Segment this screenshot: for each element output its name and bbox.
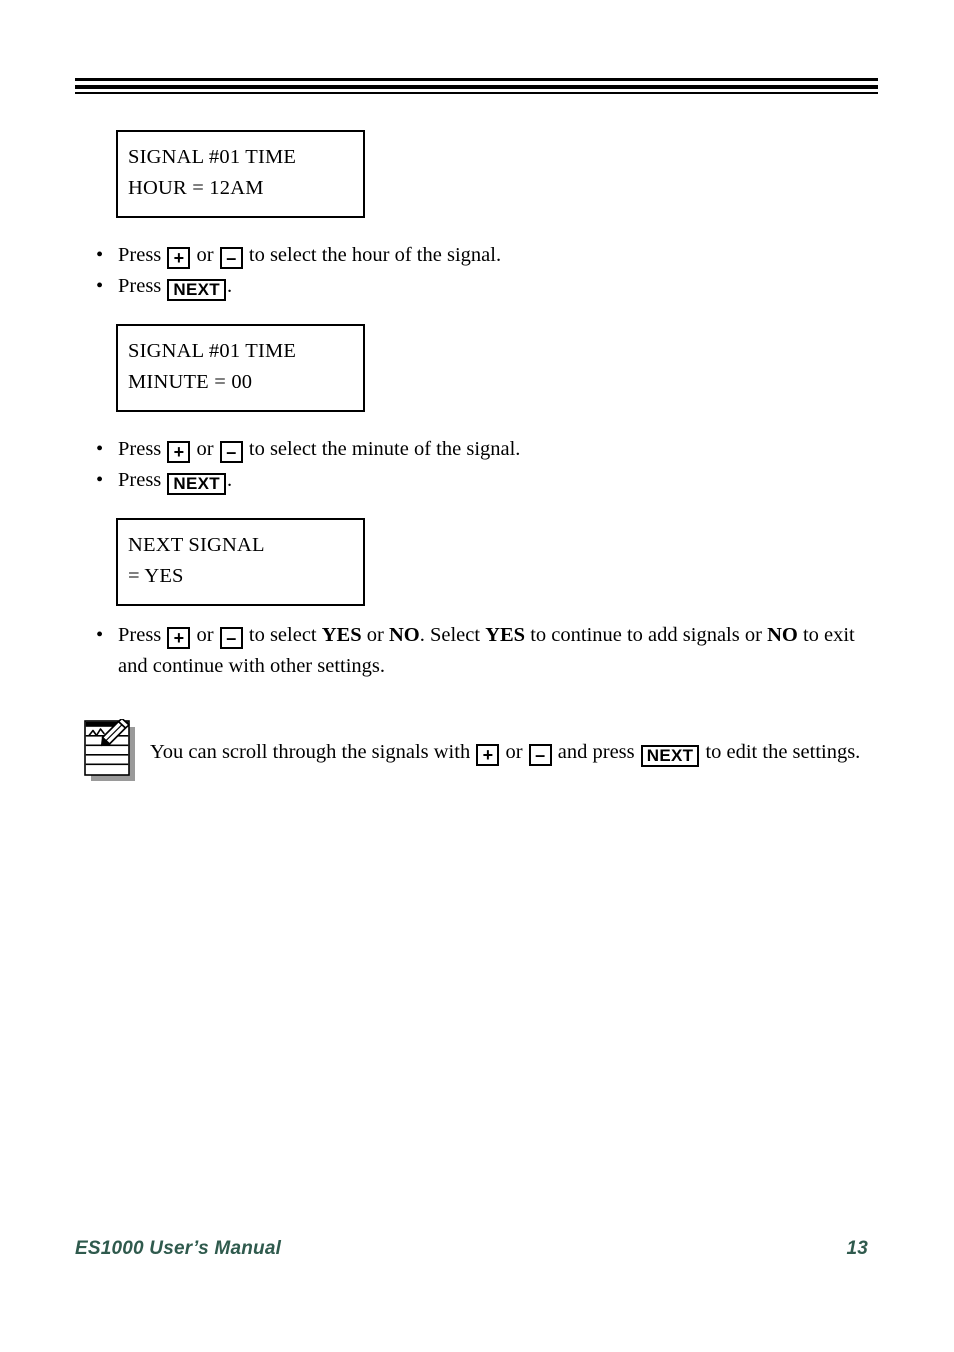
or-label: or <box>505 741 523 763</box>
yesno-text-seg-3: to continue to add signals or <box>530 624 762 646</box>
next-key-button[interactable]: NEXT <box>167 279 226 301</box>
yesno-instruction-list: • Press + or – to select YES or NO. Selec… <box>75 620 878 682</box>
bullet-dot-icon: • <box>96 469 104 491</box>
note-block: You can scroll through the signals with … <box>75 717 878 791</box>
bullet-dot-icon: • <box>96 275 104 297</box>
bullet-tail-text: to select the hour of the signal. <box>248 244 502 266</box>
or-label: or <box>196 438 214 460</box>
display-line-1: NEXT SIGNAL <box>128 534 265 556</box>
bullet-dot-icon: • <box>96 244 104 266</box>
bullet-dot-icon: • <box>96 438 104 460</box>
note-text-seg-3: to edit the settings. <box>705 741 861 763</box>
yes-emphasis-1: YES <box>321 624 362 646</box>
yesno-text-seg-2: . Select <box>419 624 481 646</box>
display-line-1: SIGNAL #01 TIME <box>128 340 297 362</box>
signal-hour-display: SIGNAL #01 TIME HOUR = 12AM <box>116 130 365 218</box>
minus-key-button[interactable]: – <box>219 441 243 463</box>
page-content: SIGNAL #01 TIME HOUR = 12AM • Press + or … <box>75 130 878 791</box>
press-label: Press <box>118 438 162 460</box>
bullet-press-next-hour: • Press NEXT. <box>75 271 878 302</box>
minus-key-button[interactable]: – <box>528 744 552 766</box>
manual-page: SIGNAL #01 TIME HOUR = 12AM • Press + or … <box>0 0 954 1352</box>
display-line-2: MINUTE = 00 <box>128 371 253 393</box>
minus-key-button[interactable]: – <box>219 247 243 269</box>
no-emphasis-2: NO <box>767 624 798 646</box>
no-emphasis-1: NO <box>388 624 420 646</box>
or-label-2: or <box>366 624 384 646</box>
signal-minute-display: SIGNAL #01 TIME MINUTE = 00 <box>116 324 365 412</box>
plus-key-button[interactable]: + <box>167 441 191 463</box>
period-label: . <box>226 275 233 297</box>
press-label: Press <box>118 244 162 266</box>
bullet-tail-text: to select the minute of the signal. <box>248 438 521 460</box>
footer-title: ES1000 User’s Manual <box>75 1238 282 1259</box>
header-rule-group <box>75 78 878 94</box>
bullet-select-minute: • Press + or – to select the minute of th… <box>75 434 878 465</box>
bullet-select-hour: • Press + or – to select the hour of the … <box>75 240 878 271</box>
notepad-pencil-icon <box>83 717 143 785</box>
plus-key-button[interactable]: + <box>167 247 191 269</box>
bullet-dot-icon: • <box>96 624 104 646</box>
hour-instruction-list: • Press + or – to select the hour of the … <box>75 240 878 302</box>
next-key-button[interactable]: NEXT <box>640 745 700 767</box>
or-label: or <box>196 624 214 646</box>
plus-key-button[interactable]: + <box>167 627 191 649</box>
note-text: You can scroll through the signals with … <box>150 719 878 768</box>
period-label: . <box>226 469 233 491</box>
note-text-seg-2: and press <box>557 741 635 763</box>
yesno-text-seg-1: to select <box>248 624 317 646</box>
yes-emphasis-2: YES <box>485 624 526 646</box>
press-label: Press <box>118 275 162 297</box>
or-label: or <box>196 244 214 266</box>
bullet-press-next-minute: • Press NEXT. <box>75 465 878 496</box>
display-line-2: = YES <box>128 565 184 587</box>
press-label: Press <box>118 624 162 646</box>
footer-page-number: 13 <box>846 1238 868 1259</box>
display-line-1: SIGNAL #01 TIME <box>128 146 297 168</box>
note-text-seg-1: You can scroll through the signals with <box>150 741 471 763</box>
press-label: Press <box>118 469 162 491</box>
page-footer: ES1000 User’s Manual 13 <box>75 1238 878 1260</box>
display-line-2: HOUR = 12AM <box>128 177 264 199</box>
bullet-select-yes-no: • Press + or – to select YES or NO. Selec… <box>75 620 878 682</box>
plus-key-button[interactable]: + <box>476 744 500 766</box>
minute-instruction-list: • Press + or – to select the minute of th… <box>75 434 878 496</box>
next-key-button[interactable]: NEXT <box>167 473 226 495</box>
header-rule-3 <box>75 92 878 94</box>
minus-key-button[interactable]: – <box>219 627 243 649</box>
next-signal-display: NEXT SIGNAL = YES <box>116 518 365 606</box>
